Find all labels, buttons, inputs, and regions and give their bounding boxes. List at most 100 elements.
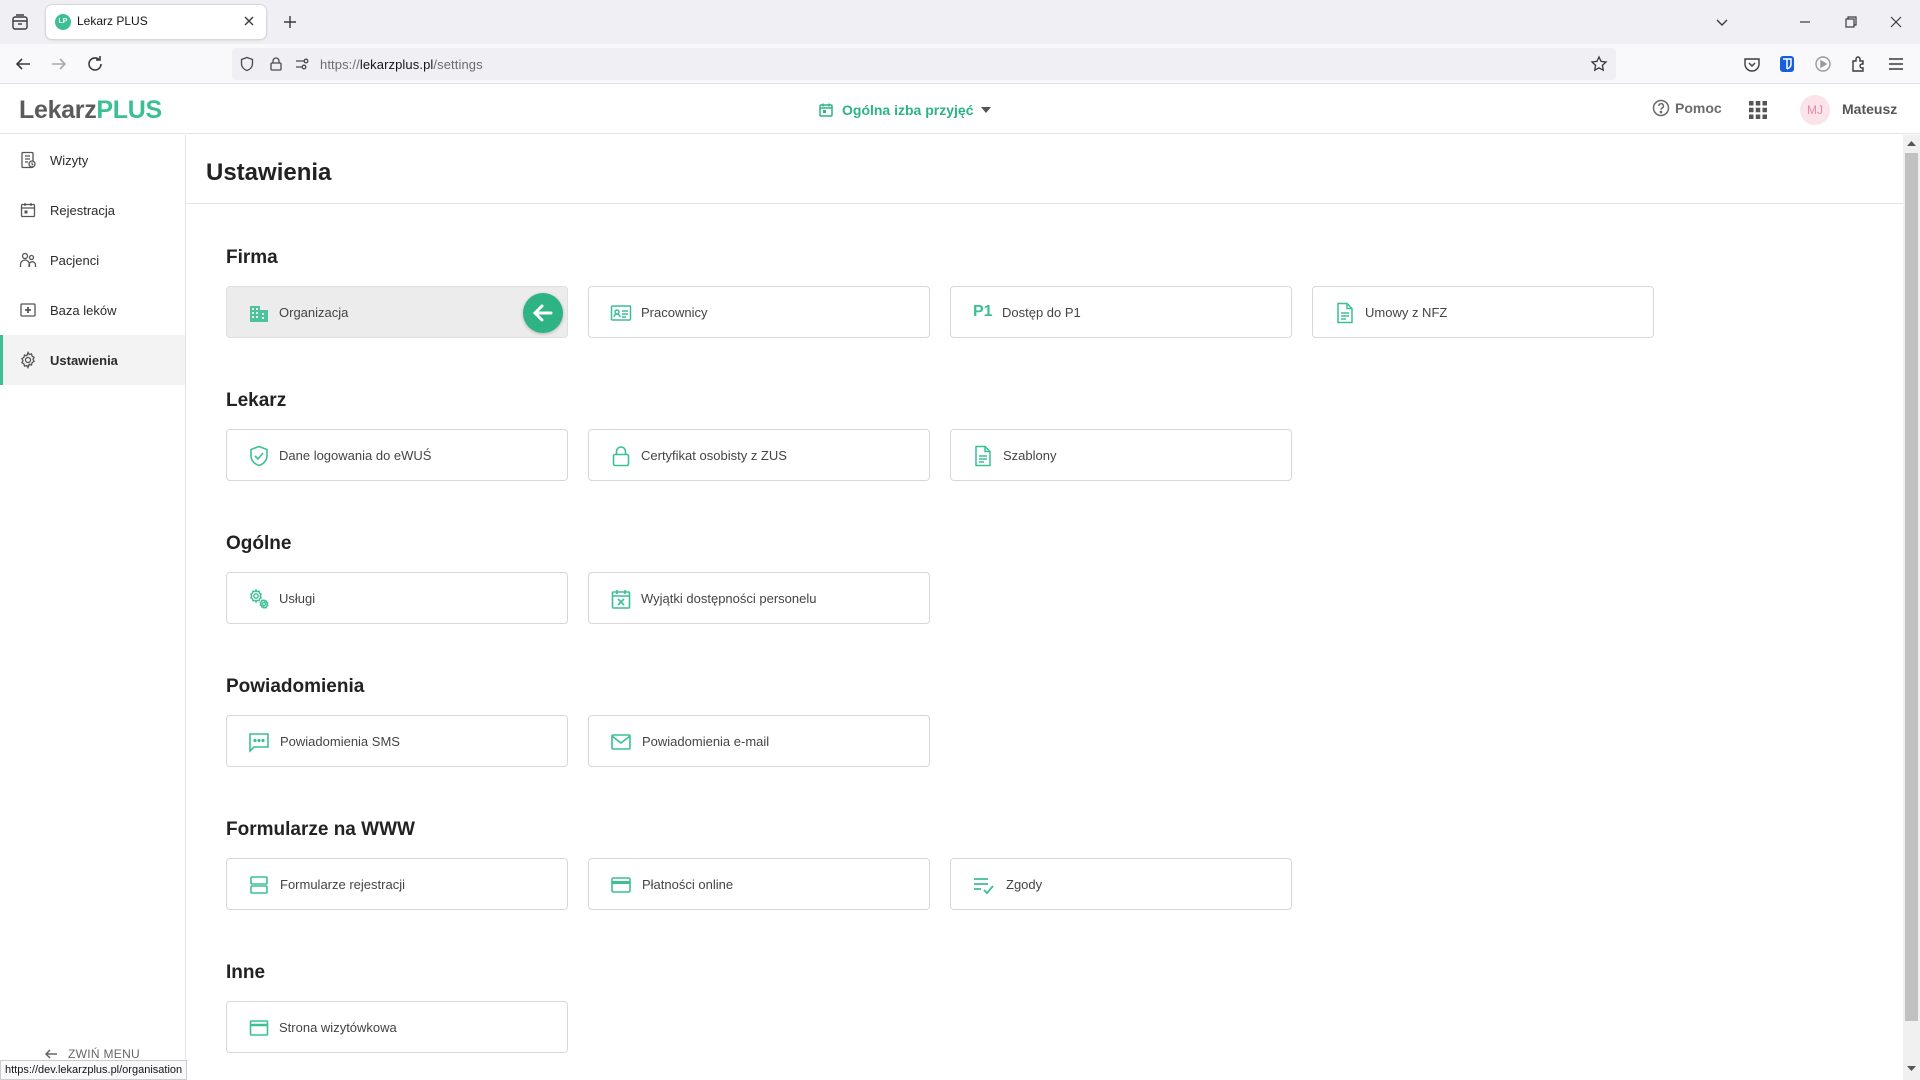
- restore-icon[interactable]: [1841, 12, 1861, 32]
- collapse-menu-label: ZWIŃ MENU: [68, 1047, 141, 1061]
- url-path: /settings: [433, 57, 483, 72]
- browser-window-icon: [249, 1020, 269, 1036]
- card-umowy-nfz[interactable]: Umowy z NFZ: [1312, 286, 1654, 338]
- sidebar-item-label: Wizyty: [50, 152, 89, 168]
- section-title-firma: Firma: [226, 247, 278, 268]
- arrow-left-icon: [532, 304, 553, 322]
- tab-list-icon[interactable]: [10, 12, 30, 32]
- calendar-icon: [20, 203, 36, 218]
- sidebar-item-pacjenci[interactable]: Pacjenci: [0, 235, 185, 285]
- card-label: Powiadomienia SMS: [280, 734, 400, 749]
- app-logo[interactable]: LekarzPLUS: [19, 96, 162, 125]
- sidebar-item-rejestracja[interactable]: Rejestracja: [0, 185, 185, 235]
- page-title: Ustawienia: [206, 159, 332, 186]
- credit-card-icon: [611, 877, 631, 893]
- ward-name: Ogólna izba przyjęć: [842, 102, 974, 118]
- form-icon: [250, 876, 268, 894]
- help-label: Pomoc: [1675, 100, 1722, 116]
- visits-icon: [21, 151, 36, 169]
- apps-grid-icon[interactable]: [1748, 100, 1768, 120]
- card-label: Wyjątki dostępności personelu: [641, 591, 817, 606]
- arrow-left-icon: [44, 1049, 57, 1059]
- card-uslugi[interactable]: Usługi: [226, 572, 568, 624]
- card-zgody[interactable]: Zgody: [950, 858, 1292, 910]
- scroll-up-arrow-icon[interactable]: [1903, 137, 1920, 149]
- app-header: LekarzPLUS Ogólna izba przyjęć Pomoc MJ …: [0, 85, 1920, 134]
- lock-icon: [612, 446, 630, 467]
- card-strona-wizytowkowa[interactable]: Strona wizytówkowa: [226, 1001, 568, 1053]
- gears-icon: [249, 588, 269, 610]
- card-wyjatki-dostepnosci[interactable]: Wyjątki dostępności personelu: [588, 572, 930, 624]
- browser-tab[interactable]: LP Lekarz PLUS: [46, 5, 266, 39]
- card-label: Dane logowania do eWUŚ: [279, 448, 432, 463]
- extensions-puzzle-icon[interactable]: [1849, 54, 1869, 74]
- menu-hamburger-icon[interactable]: [1886, 54, 1906, 74]
- bookmark-star-icon[interactable]: [1590, 55, 1608, 73]
- card-label: Pracownicy: [641, 305, 708, 320]
- avatar[interactable]: MJ: [1800, 95, 1830, 125]
- collapse-menu-button[interactable]: ZWIŃ MENU: [44, 1047, 140, 1061]
- url-domain: lekarzplus.pl: [359, 57, 434, 72]
- lock-icon[interactable]: [268, 56, 284, 72]
- bitwarden-icon[interactable]: [1777, 54, 1797, 74]
- document-icon: [1337, 302, 1353, 324]
- card-szablony[interactable]: Szablony: [950, 429, 1292, 481]
- sidebar-item-label: Baza leków: [50, 302, 117, 318]
- main-content: Ustawienia Firma Organizacja Pracownicy …: [186, 135, 1903, 1080]
- card-pracownicy[interactable]: Pracownicy: [588, 286, 930, 338]
- new-tab-icon[interactable]: [280, 12, 300, 32]
- browser-tab-bar: LP Lekarz PLUS: [0, 0, 1920, 44]
- card-label: Szablony: [1003, 448, 1057, 463]
- list-all-tabs-icon[interactable]: [1712, 12, 1732, 32]
- card-platnosci-online[interactable]: Płatności online: [588, 858, 930, 910]
- sidebar-item-wizyty[interactable]: Wizyty: [0, 135, 185, 185]
- chevron-down-icon[interactable]: [980, 104, 992, 116]
- card-organizacja[interactable]: Organizacja: [226, 286, 568, 338]
- p1-icon: P1: [973, 303, 993, 320]
- card-formularze-rejestracji[interactable]: Formularze rejestracji: [226, 858, 568, 910]
- shield-icon[interactable]: [239, 56, 255, 72]
- forward-icon[interactable]: [48, 53, 70, 75]
- sidebar-item-label: Rejestracja: [50, 202, 116, 218]
- extension-icon[interactable]: [1813, 54, 1833, 74]
- card-dostep-p1[interactable]: P1 Dostęp do P1: [950, 286, 1292, 338]
- minimize-icon[interactable]: [1795, 12, 1815, 32]
- status-link-preview: https://dev.lekarzplus.pl/organisation: [0, 1060, 188, 1080]
- scrollbar-thumb[interactable]: [1905, 153, 1918, 1021]
- close-tab-icon[interactable]: [241, 13, 257, 29]
- logo-part-plus: PLUS: [96, 96, 162, 124]
- back-icon[interactable]: [12, 53, 34, 75]
- sidebar-item-baza-lekow[interactable]: Baza leków: [0, 285, 185, 335]
- card-powiadomienia-sms[interactable]: Powiadomienia SMS: [226, 715, 568, 767]
- close-window-icon[interactable]: [1886, 12, 1906, 32]
- card-powiadomienia-email[interactable]: Powiadomienia e-mail: [588, 715, 930, 767]
- sidebar-item-ustawienia[interactable]: Ustawienia: [0, 335, 185, 385]
- url-text[interactable]: https://lekarzplus.pl/settings: [320, 57, 483, 72]
- card-certyfikat-zus[interactable]: Certyfikat osobisty z ZUS: [588, 429, 930, 481]
- url-bar[interactable]: https://lekarzplus.pl/settings: [232, 48, 1616, 80]
- back-arrow-button[interactable]: [523, 293, 563, 333]
- help-link[interactable]: Pomoc: [1652, 99, 1722, 117]
- ward-selector[interactable]: Ogólna izba przyjęć: [818, 99, 973, 121]
- tab-title: Lekarz PLUS: [77, 14, 148, 28]
- user-name[interactable]: Mateusz: [1842, 101, 1897, 117]
- section-title-formularze: Formularze na WWW: [226, 819, 415, 840]
- id-card-icon: [610, 305, 632, 321]
- scroll-down-arrow-icon[interactable]: [1903, 1063, 1920, 1075]
- calendar-x-icon: [611, 590, 631, 609]
- card-ewus[interactable]: Dane logowania do eWUŚ: [226, 429, 568, 481]
- sidebar-item-label: Ustawienia: [50, 352, 118, 368]
- reload-icon[interactable]: [84, 53, 106, 75]
- tab-favicon: LP: [55, 14, 71, 30]
- template-icon: [975, 445, 991, 467]
- calendar-icon: [819, 103, 833, 117]
- card-label: Strona wizytówkowa: [279, 1020, 397, 1035]
- card-label: Formularze rejestracji: [280, 877, 405, 892]
- patients-icon: [19, 252, 37, 267]
- mail-icon: [611, 734, 631, 750]
- url-prefix: https://: [320, 57, 360, 72]
- sidebar: Wizyty Rejestracja Pacjenci Baza leków U…: [0, 135, 186, 1080]
- pocket-icon[interactable]: [1742, 54, 1762, 74]
- permissions-icon[interactable]: [294, 56, 310, 72]
- card-label: Płatności online: [642, 877, 734, 892]
